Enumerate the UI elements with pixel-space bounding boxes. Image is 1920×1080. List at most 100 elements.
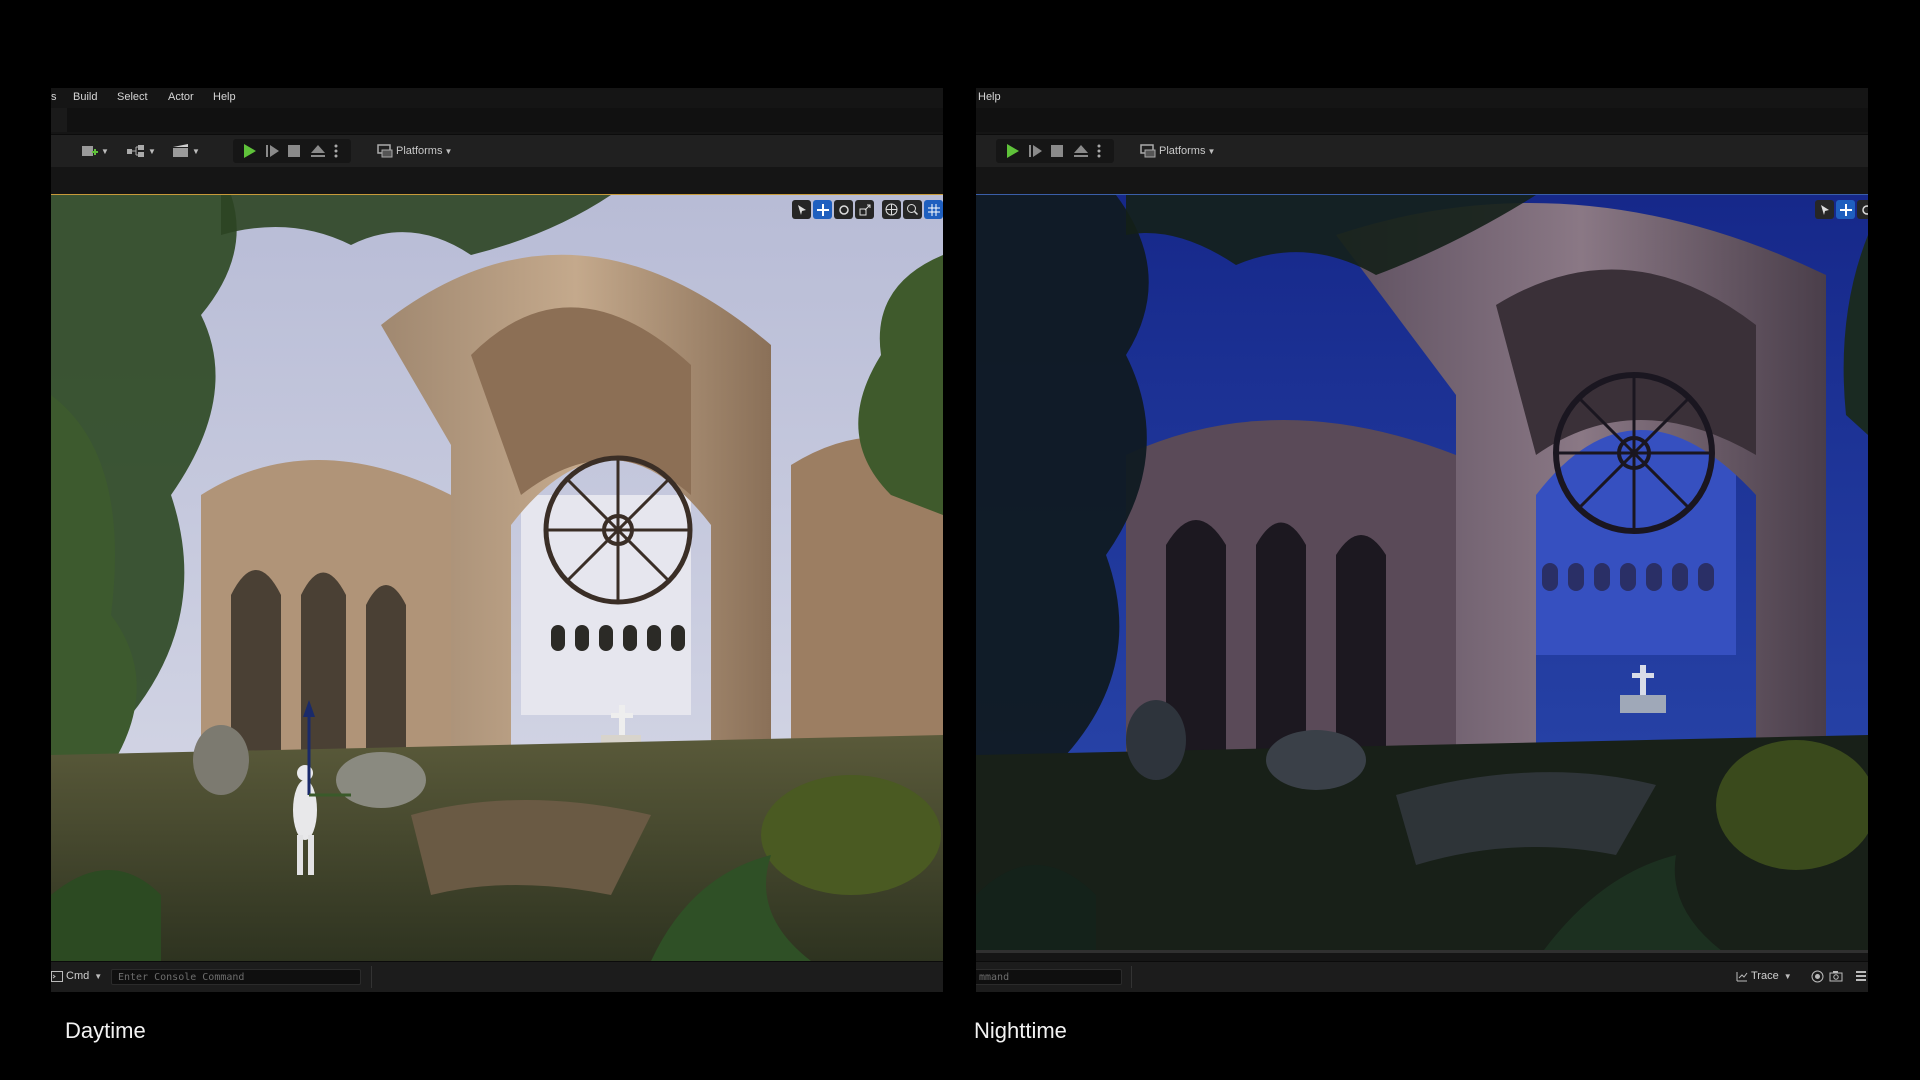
console-icon: [51, 970, 63, 982]
trace-label: Trace: [1751, 970, 1779, 982]
step-button[interactable]: [264, 140, 280, 162]
grid-snap-button[interactable]: [924, 200, 943, 219]
tab-strip: [976, 108, 1868, 132]
level-viewport[interactable]: [976, 194, 1868, 953]
editor-window-nighttime: Help Platforms ▼ mmand Trace ▼: [976, 88, 1868, 992]
eject-icon: [311, 145, 325, 157]
platforms-label: Platforms: [1159, 145, 1206, 157]
play-button[interactable]: [1004, 140, 1020, 162]
rotate-mode-button[interactable]: [1857, 200, 1868, 219]
main-toolbar: ▼ ▼ ▼ Platforms ▼: [51, 134, 943, 167]
step-icon: [1029, 145, 1042, 157]
chevron-down-icon: ▼: [148, 146, 156, 156]
platforms-icon: [1140, 144, 1156, 158]
world-space-button[interactable]: [882, 200, 901, 219]
play-button[interactable]: [241, 140, 257, 162]
world-icon: [885, 203, 898, 216]
play-icon: [244, 144, 256, 158]
nighttime-cathedral-render: [976, 195, 1868, 950]
rotate-icon: [838, 204, 849, 215]
divider: [371, 966, 372, 988]
platforms-label: Platforms: [396, 145, 443, 157]
console-cmd-label: Cmd: [66, 970, 90, 982]
stop-icon: [1051, 145, 1063, 157]
menu-bar: s Build Select Actor Help: [51, 88, 943, 108]
editor-window-daytime: s Build Select Actor Help ▼ ▼ ▼ Platform…: [51, 88, 943, 992]
menu-button[interactable]: [1856, 970, 1866, 982]
add-actor-button[interactable]: ▼: [81, 140, 109, 162]
level-viewport[interactable]: [51, 194, 943, 963]
translate-icon: [1839, 203, 1852, 216]
screenshot-button[interactable]: [1829, 970, 1843, 982]
console-input[interactable]: mmand: [976, 969, 1122, 985]
camera-icon: [1829, 971, 1843, 982]
step-button[interactable]: [1027, 140, 1043, 162]
trace-button[interactable]: Trace ▼: [1736, 970, 1792, 982]
stop-button[interactable]: [287, 140, 301, 162]
more-icon: [1097, 144, 1101, 158]
nighttime-caption: Nighttime: [974, 1018, 1067, 1043]
grid-icon: [927, 203, 940, 216]
viewport-toolbar: [1815, 200, 1868, 220]
surface-snap-button[interactable]: [903, 200, 922, 219]
scale-mode-button[interactable]: [855, 200, 874, 219]
rotate-mode-button[interactable]: [834, 200, 853, 219]
menu-bar: Help: [976, 88, 1868, 108]
eject-icon: [1074, 145, 1088, 157]
blueprint-button[interactable]: ▼: [126, 140, 156, 162]
level-tab[interactable]: [51, 108, 67, 132]
play-options-button[interactable]: [1096, 140, 1102, 162]
tab-strip: [51, 108, 943, 132]
record-icon: [1811, 970, 1824, 983]
eject-button[interactable]: [310, 140, 326, 162]
menu-build[interactable]: Build: [73, 91, 97, 103]
chevron-down-icon: ▼: [444, 146, 453, 156]
cinematics-icon: [173, 144, 188, 157]
platforms-icon: [377, 144, 393, 158]
trace-icon: [1736, 971, 1748, 981]
play-options-button[interactable]: [333, 140, 339, 162]
add-actor-icon: [82, 146, 98, 156]
play-icon: [1007, 144, 1019, 158]
console-input[interactable]: Enter Console Command: [111, 969, 361, 985]
console-cmd-dropdown[interactable]: Cmd ▼: [51, 970, 102, 982]
chevron-down-icon: ▼: [1783, 971, 1792, 981]
divider: [1131, 966, 1132, 988]
viewport-toolbar: [792, 200, 943, 220]
chevron-down-icon: ▼: [94, 971, 103, 981]
stop-icon: [288, 145, 300, 157]
step-icon: [266, 145, 279, 157]
menu-item-partial[interactable]: s: [51, 91, 57, 103]
menu-actor[interactable]: Actor: [168, 91, 194, 103]
cinematics-button[interactable]: ▼: [172, 140, 200, 162]
translate-mode-button[interactable]: [813, 200, 832, 219]
daytime-caption: Daytime: [65, 1018, 146, 1043]
translate-icon: [816, 203, 829, 216]
chevron-down-icon: ▼: [192, 146, 200, 156]
daytime-cathedral-render: [51, 195, 943, 961]
rotate-icon: [1861, 204, 1868, 215]
select-icon: [797, 204, 806, 215]
select-mode-button[interactable]: [1815, 200, 1834, 219]
platforms-button[interactable]: Platforms ▼: [1140, 140, 1215, 162]
status-bar: mmand Trace ▼: [976, 961, 1868, 992]
main-toolbar: Platforms ▼: [976, 134, 1868, 167]
stop-button[interactable]: [1050, 140, 1064, 162]
scale-icon: [859, 204, 870, 215]
menu-help[interactable]: Help: [213, 91, 236, 103]
select-icon: [1820, 204, 1829, 215]
record-button[interactable]: [1811, 970, 1824, 983]
menu-select[interactable]: Select: [117, 91, 148, 103]
chevron-down-icon: ▼: [101, 146, 109, 156]
select-mode-button[interactable]: [792, 200, 811, 219]
eject-button[interactable]: [1073, 140, 1089, 162]
more-icon: [334, 144, 338, 158]
snap-icon: [907, 204, 919, 216]
menu-icon: [1856, 971, 1866, 981]
chevron-down-icon: ▼: [1207, 146, 1216, 156]
platforms-button[interactable]: Platforms ▼: [377, 140, 452, 162]
status-bar: Cmd ▼ Enter Console Command: [51, 961, 943, 992]
translate-mode-button[interactable]: [1836, 200, 1855, 219]
blueprint-icon: [127, 145, 144, 157]
menu-help[interactable]: Help: [978, 91, 1001, 103]
